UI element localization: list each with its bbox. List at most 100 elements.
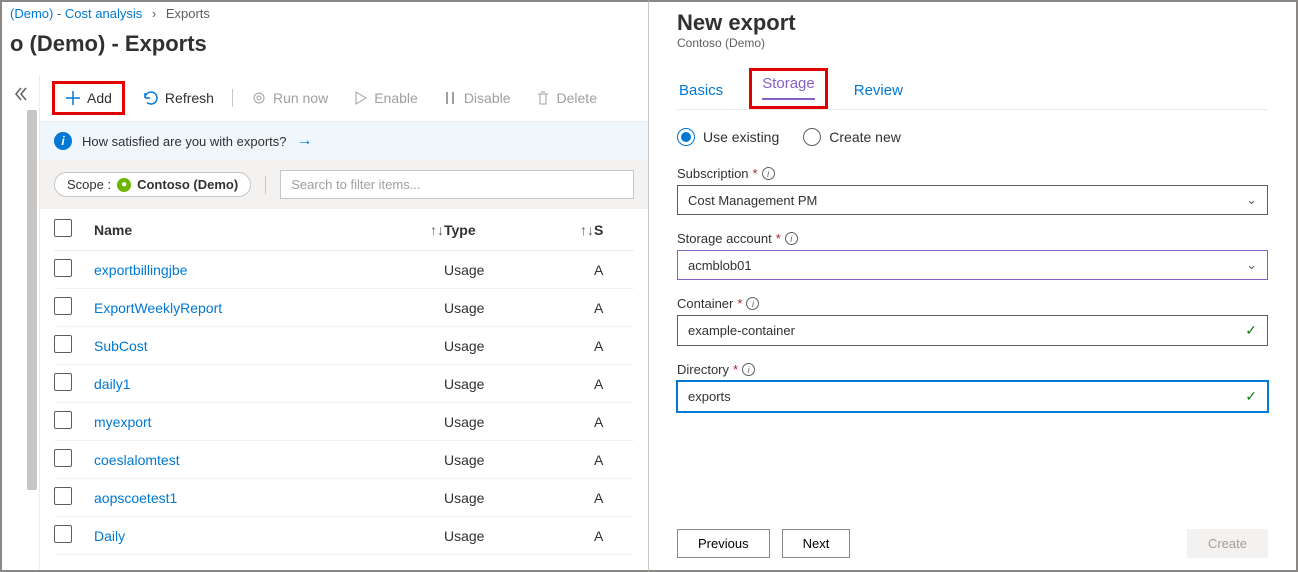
container-label: Container — [677, 296, 733, 311]
row-name-link[interactable]: Daily — [94, 528, 125, 544]
directory-input[interactable]: exports ✓ — [677, 381, 1268, 412]
row-status: A — [594, 414, 634, 430]
row-type: Usage — [444, 490, 594, 506]
previous-button[interactable]: Previous — [677, 529, 770, 558]
subscription-value: Cost Management PM — [688, 193, 817, 208]
table-row[interactable]: coeslalomtestUsageA — [54, 441, 634, 479]
table-row[interactable]: exportbillingjbeUsageA — [54, 251, 634, 289]
add-label: Add — [87, 90, 112, 106]
scope-pill[interactable]: Scope : ● Contoso (Demo) — [54, 172, 251, 197]
refresh-button[interactable]: Refresh — [137, 86, 220, 110]
col-s-header[interactable]: S — [594, 222, 634, 238]
row-status: A — [594, 338, 634, 354]
delete-label: Delete — [557, 90, 597, 106]
subscription-label: Subscription — [677, 166, 749, 181]
info-text: How satisfied are you with exports? — [82, 134, 286, 149]
exports-table: Name ↑↓ Type ↑↓ S exportbillingjbeUsageA… — [40, 209, 648, 555]
toolbar-divider — [232, 89, 233, 107]
table-row[interactable]: DailyUsageA — [54, 517, 634, 555]
row-name-link[interactable]: ExportWeeklyReport — [94, 300, 222, 316]
tab-review[interactable]: Review — [852, 76, 905, 109]
next-button[interactable]: Next — [782, 529, 851, 558]
row-status: A — [594, 490, 634, 506]
table-row[interactable]: ExportWeeklyReportUsageA — [54, 289, 634, 327]
add-button-highlight: Add — [52, 81, 125, 115]
row-checkbox[interactable] — [54, 297, 72, 315]
table-row[interactable]: daily1UsageA — [54, 365, 634, 403]
filter-divider — [265, 176, 266, 194]
info-circle-icon[interactable]: i — [785, 232, 798, 245]
required-asterisk: * — [776, 231, 781, 246]
sort-icon[interactable]: ↑↓ — [430, 222, 444, 238]
row-name-link[interactable]: exportbillingjbe — [94, 262, 187, 278]
create-button[interactable]: Create — [1187, 529, 1268, 558]
col-type-header[interactable]: Type ↑↓ — [444, 222, 594, 238]
panel-title: New export — [677, 10, 1268, 36]
collapse-sidebar-button[interactable] — [6, 79, 36, 109]
table-row[interactable]: aopscoetest1 UsageA — [54, 479, 634, 517]
disable-button[interactable]: Disable — [436, 86, 517, 110]
storage-mode-radio-group: Use existing Create new — [677, 128, 1268, 146]
radio-create-new[interactable]: Create new — [803, 128, 901, 146]
info-circle-icon[interactable]: i — [746, 297, 759, 310]
storage-account-value: acmblob01 — [688, 258, 752, 273]
row-name-link[interactable]: aopscoetest1 — [94, 490, 177, 506]
select-all-checkbox[interactable] — [54, 219, 72, 237]
plus-icon — [65, 90, 81, 106]
breadcrumb-scope[interactable]: (Demo) — [10, 6, 53, 21]
table-row[interactable]: myexport UsageA — [54, 403, 634, 441]
row-checkbox[interactable] — [54, 449, 72, 467]
row-checkbox[interactable] — [54, 335, 72, 353]
row-name-link[interactable]: myexport — [94, 414, 152, 430]
info-circle-icon[interactable]: i — [762, 167, 775, 180]
info-circle-icon[interactable]: i — [742, 363, 755, 376]
row-status: A — [594, 452, 634, 468]
trash-icon — [535, 90, 551, 106]
row-name-link[interactable]: coeslalomtest — [94, 452, 180, 468]
col-name-header[interactable]: Name ↑↓ — [94, 222, 444, 238]
subscription-select[interactable]: Cost Management PM ⌄ — [677, 185, 1268, 215]
tab-basics[interactable]: Basics — [677, 76, 725, 109]
row-status: A — [594, 528, 634, 544]
row-type: Usage — [444, 300, 594, 316]
new-export-panel: New export Contoso (Demo) Basics Storage… — [648, 0, 1298, 572]
search-input[interactable]: Search to filter items... — [280, 170, 634, 199]
info-icon: i — [54, 132, 72, 150]
filter-row: Scope : ● Contoso (Demo) Search to filte… — [40, 160, 648, 209]
sort-icon[interactable]: ↑↓ — [580, 222, 594, 238]
page-title: o (Demo) - Exports — [2, 25, 648, 75]
radio-circle-icon — [803, 128, 821, 146]
chevron-right-icon: › — [152, 6, 156, 21]
pause-icon — [442, 90, 458, 106]
scope-icon: ● — [117, 178, 131, 192]
container-input[interactable]: example-container ✓ — [677, 315, 1268, 346]
breadcrumb-parent[interactable]: Cost analysis — [65, 6, 142, 21]
delete-button[interactable]: Delete — [529, 86, 603, 110]
row-name-link[interactable]: SubCost — [94, 338, 148, 354]
row-checkbox[interactable] — [54, 487, 72, 505]
run-now-button[interactable]: Run now — [245, 86, 334, 110]
tab-storage-highlight: Storage — [749, 68, 828, 109]
tab-storage[interactable]: Storage — [762, 75, 815, 100]
row-checkbox[interactable] — [54, 373, 72, 391]
row-checkbox[interactable] — [54, 259, 72, 277]
gear-icon — [251, 90, 267, 106]
scrollbar-thumb[interactable] — [27, 110, 37, 490]
breadcrumb-current: Exports — [166, 6, 210, 21]
add-button[interactable]: Add — [59, 86, 118, 110]
radio-use-existing-label: Use existing — [703, 129, 779, 145]
row-type: Usage — [444, 338, 594, 354]
row-status: A — [594, 376, 634, 392]
row-checkbox[interactable] — [54, 525, 72, 543]
row-checkbox[interactable] — [54, 411, 72, 429]
radio-dot-icon — [677, 128, 695, 146]
enable-button[interactable]: Enable — [346, 86, 424, 110]
row-type: Usage — [444, 414, 594, 430]
table-row[interactable]: SubCost UsageA — [54, 327, 634, 365]
check-icon: ✓ — [1245, 322, 1257, 339]
radio-use-existing[interactable]: Use existing — [677, 128, 779, 146]
row-name-link[interactable]: daily1 — [94, 376, 131, 392]
info-arrow-link[interactable]: → — [296, 132, 312, 150]
panel-tabs: Basics Storage Review — [677, 68, 1268, 110]
storage-account-select[interactable]: acmblob01 ⌄ — [677, 250, 1268, 280]
